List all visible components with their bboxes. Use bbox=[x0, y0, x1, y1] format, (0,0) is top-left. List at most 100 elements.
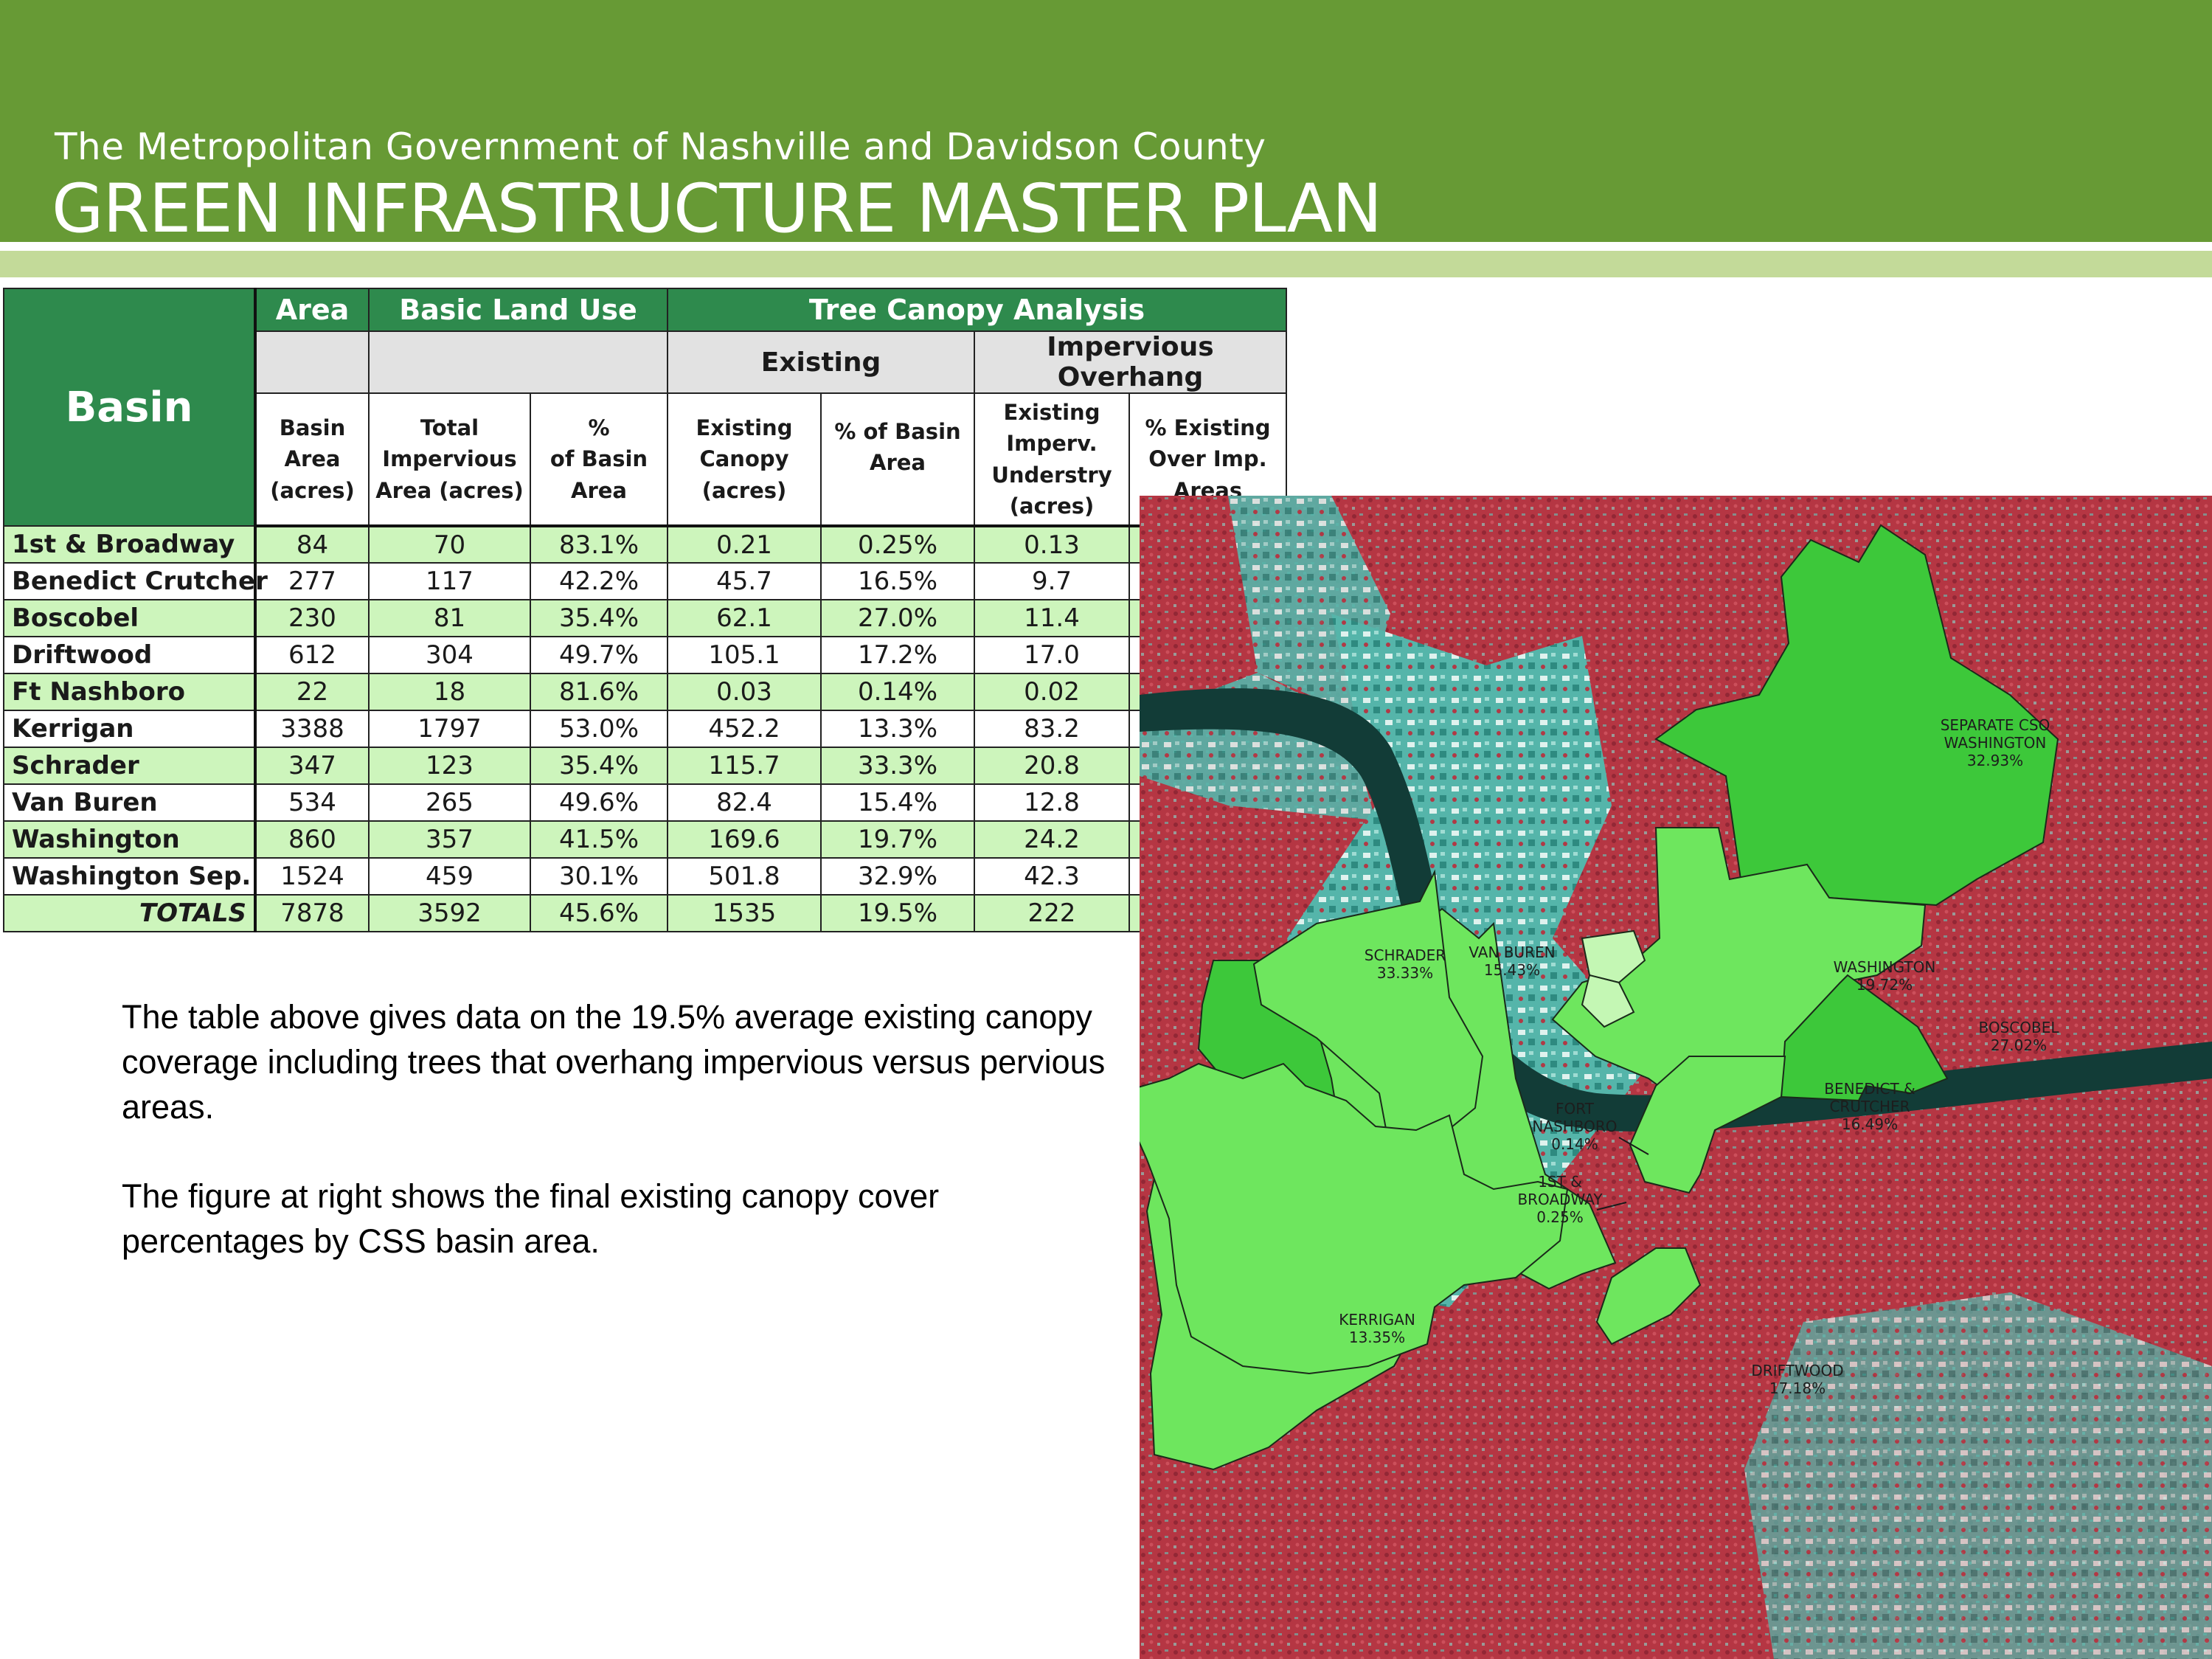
table-cell: 265 bbox=[368, 783, 531, 822]
table-row: Benedict Crutcher 277 117 42.2% 45.7 16.5% 9.7… bbox=[3, 562, 1288, 600]
basin-name-cell: Boscobel bbox=[3, 599, 257, 637]
basin-name-cell: Kerrigan bbox=[3, 710, 257, 748]
table-cell: 62.1 bbox=[667, 599, 822, 637]
basin-name-cell: Schrader bbox=[3, 747, 257, 785]
table-cell: 0.21 bbox=[667, 525, 822, 564]
table-cell: 11.4 bbox=[974, 599, 1130, 637]
table-row: Washington Sep. 1524 459 30.1% 501.8 32.9% 42.… bbox=[3, 857, 1288, 896]
table-cell: 22 bbox=[254, 673, 370, 711]
table-cell: 452.2 bbox=[667, 710, 822, 748]
column-header-basin-area: Basin Area (acres) bbox=[254, 392, 370, 527]
canopy-table: Basin Area Basic Land Use Tree Canopy An… bbox=[3, 288, 1288, 932]
figure-note-paragraph: The figure at right shows the final exis… bbox=[122, 1177, 940, 1260]
table-cell: 0.13 bbox=[974, 525, 1130, 564]
basin-name-cell: Washington Sep. bbox=[3, 857, 257, 896]
table-cell: 3388 bbox=[254, 710, 370, 748]
table-cell: 501.8 bbox=[667, 857, 822, 896]
table-cell: 30.1% bbox=[530, 857, 668, 896]
table-cell: 0.14% bbox=[820, 673, 975, 711]
table-cell: 0.02 bbox=[974, 673, 1130, 711]
table-cell: 83.1% bbox=[530, 525, 668, 564]
table-cell: 19.7% bbox=[820, 820, 975, 859]
table-row: Washington86035741.5%169.619.7%24.214.3% bbox=[3, 820, 1288, 859]
table-cell: 347 bbox=[254, 747, 370, 785]
table-cell: 83.2 bbox=[974, 710, 1130, 748]
table-cell: 1797 bbox=[368, 710, 531, 748]
table-cell: 32.9% bbox=[820, 857, 975, 896]
table-cell: 860 bbox=[254, 820, 370, 859]
table-row: 1st & Broadway847083.1%0.210.25%0.1361.9… bbox=[3, 525, 1288, 564]
totals-cell: 3592 bbox=[368, 894, 531, 932]
group-header-impervious-overhang: Impervious Overhang bbox=[973, 330, 1288, 394]
table-cell: 18 bbox=[368, 673, 531, 711]
table-cell: 357 bbox=[368, 820, 531, 859]
column-header-existing-canopy: Existing Canopy (acres) bbox=[667, 392, 822, 527]
table-cell: 70 bbox=[368, 525, 531, 564]
table-cell: 0.25% bbox=[820, 525, 975, 564]
table-cell: 17.2% bbox=[820, 636, 975, 674]
table-cell: 17.0 bbox=[974, 636, 1130, 674]
table-cell: 117 bbox=[368, 562, 531, 600]
description-paragraph: The table above gives data on the 19.5% … bbox=[122, 998, 1106, 1126]
page-subtitle: The Metropolitan Government of Nashville… bbox=[55, 125, 1266, 168]
header-accent-band bbox=[0, 251, 2212, 277]
table-cell: 459 bbox=[368, 857, 531, 896]
table-cell: 115.7 bbox=[667, 747, 822, 785]
table-cell: 27.0% bbox=[820, 599, 975, 637]
table-cell: 534 bbox=[254, 783, 370, 822]
table-row: Kerrigan3388179753.0%452.213.3%83.218.4% bbox=[3, 710, 1288, 748]
table-cell: 169.6 bbox=[667, 820, 822, 859]
table-row: Van Buren53426549.6%82.415.4%12.815.5% bbox=[3, 783, 1288, 822]
group-header-tree-canopy: Tree Canopy Analysis bbox=[666, 288, 1288, 332]
table-cell: 49.7% bbox=[530, 636, 668, 674]
basin-name-cell: Benedict Crutcher bbox=[3, 562, 268, 600]
table-cell: 105.1 bbox=[667, 636, 822, 674]
canopy-map: SEPARATE CSO WASHINGTON 32.93% SCHRADER 33.… bbox=[1140, 496, 2212, 1659]
table-cell: 9.7 bbox=[974, 562, 1130, 600]
table-cell: 45.7 bbox=[667, 562, 822, 600]
table-row: Boscobel2308135.4%62.127.0%11.418.3% bbox=[3, 599, 1288, 637]
table-row: Schrader34712335.4%115.733.3%20.818.0% bbox=[3, 747, 1288, 785]
table-cell: 42.3 bbox=[974, 857, 1130, 896]
basin-name-cell: Ft Nashboro bbox=[3, 673, 257, 711]
totals-cell: 222 bbox=[974, 894, 1130, 932]
table-cell: 35.4% bbox=[530, 599, 668, 637]
group-header-blank bbox=[254, 330, 370, 394]
table-cell: 20.8 bbox=[974, 747, 1130, 785]
map-label-kerrigan: KERRIGAN 13.35% bbox=[1339, 1311, 1415, 1346]
column-header-imperv-understory: Existing Imperv. Understry (acres) bbox=[974, 392, 1130, 527]
table-cell: 16.5% bbox=[820, 562, 975, 600]
group-header-blank bbox=[368, 330, 668, 394]
table-cell: 82.4 bbox=[667, 783, 822, 822]
totals-row: TOTALS7878359245.6%153519.5%22216.3% bbox=[3, 894, 1288, 932]
basin-name-cell: Washington bbox=[3, 820, 257, 859]
table-cell: 24.2 bbox=[974, 820, 1130, 859]
totals-cell: 19.5% bbox=[820, 894, 975, 932]
basin-header: Basin bbox=[3, 288, 257, 527]
table-cell: 1524 bbox=[254, 857, 370, 896]
basin-name-cell: 1st & Broadway bbox=[3, 525, 257, 564]
table-cell: 35.4% bbox=[530, 747, 668, 785]
basin-name-cell: Driftwood bbox=[3, 636, 257, 674]
table-cell: 230 bbox=[254, 599, 370, 637]
table-cell: 41.5% bbox=[530, 820, 668, 859]
table-cell: 81 bbox=[368, 599, 531, 637]
totals-cell: 1535 bbox=[667, 894, 822, 932]
table-cell: 12.8 bbox=[974, 783, 1130, 822]
page-title: GREEN INFRASTRUCTURE MASTER PLAN bbox=[52, 170, 1382, 248]
column-header-pct-basin-area: % of Basin Area bbox=[530, 392, 668, 527]
totals-label: TOTALS bbox=[3, 894, 257, 932]
table-cell: 13.3% bbox=[820, 710, 975, 748]
table-cell: 84 bbox=[254, 525, 370, 564]
table-cell: 612 bbox=[254, 636, 370, 674]
table-cell: 277 bbox=[254, 562, 370, 600]
group-header-existing: Existing bbox=[667, 330, 975, 394]
table-cell: 49.6% bbox=[530, 783, 668, 822]
table-cell: 304 bbox=[368, 636, 531, 674]
basin-name-cell: Van Buren bbox=[3, 783, 257, 822]
urban-area bbox=[1744, 1292, 2212, 1659]
table-cell: 42.2% bbox=[530, 562, 668, 600]
group-header-area: Area bbox=[254, 288, 370, 332]
totals-cell: 7878 bbox=[254, 894, 370, 932]
table-cell: 15.4% bbox=[820, 783, 975, 822]
